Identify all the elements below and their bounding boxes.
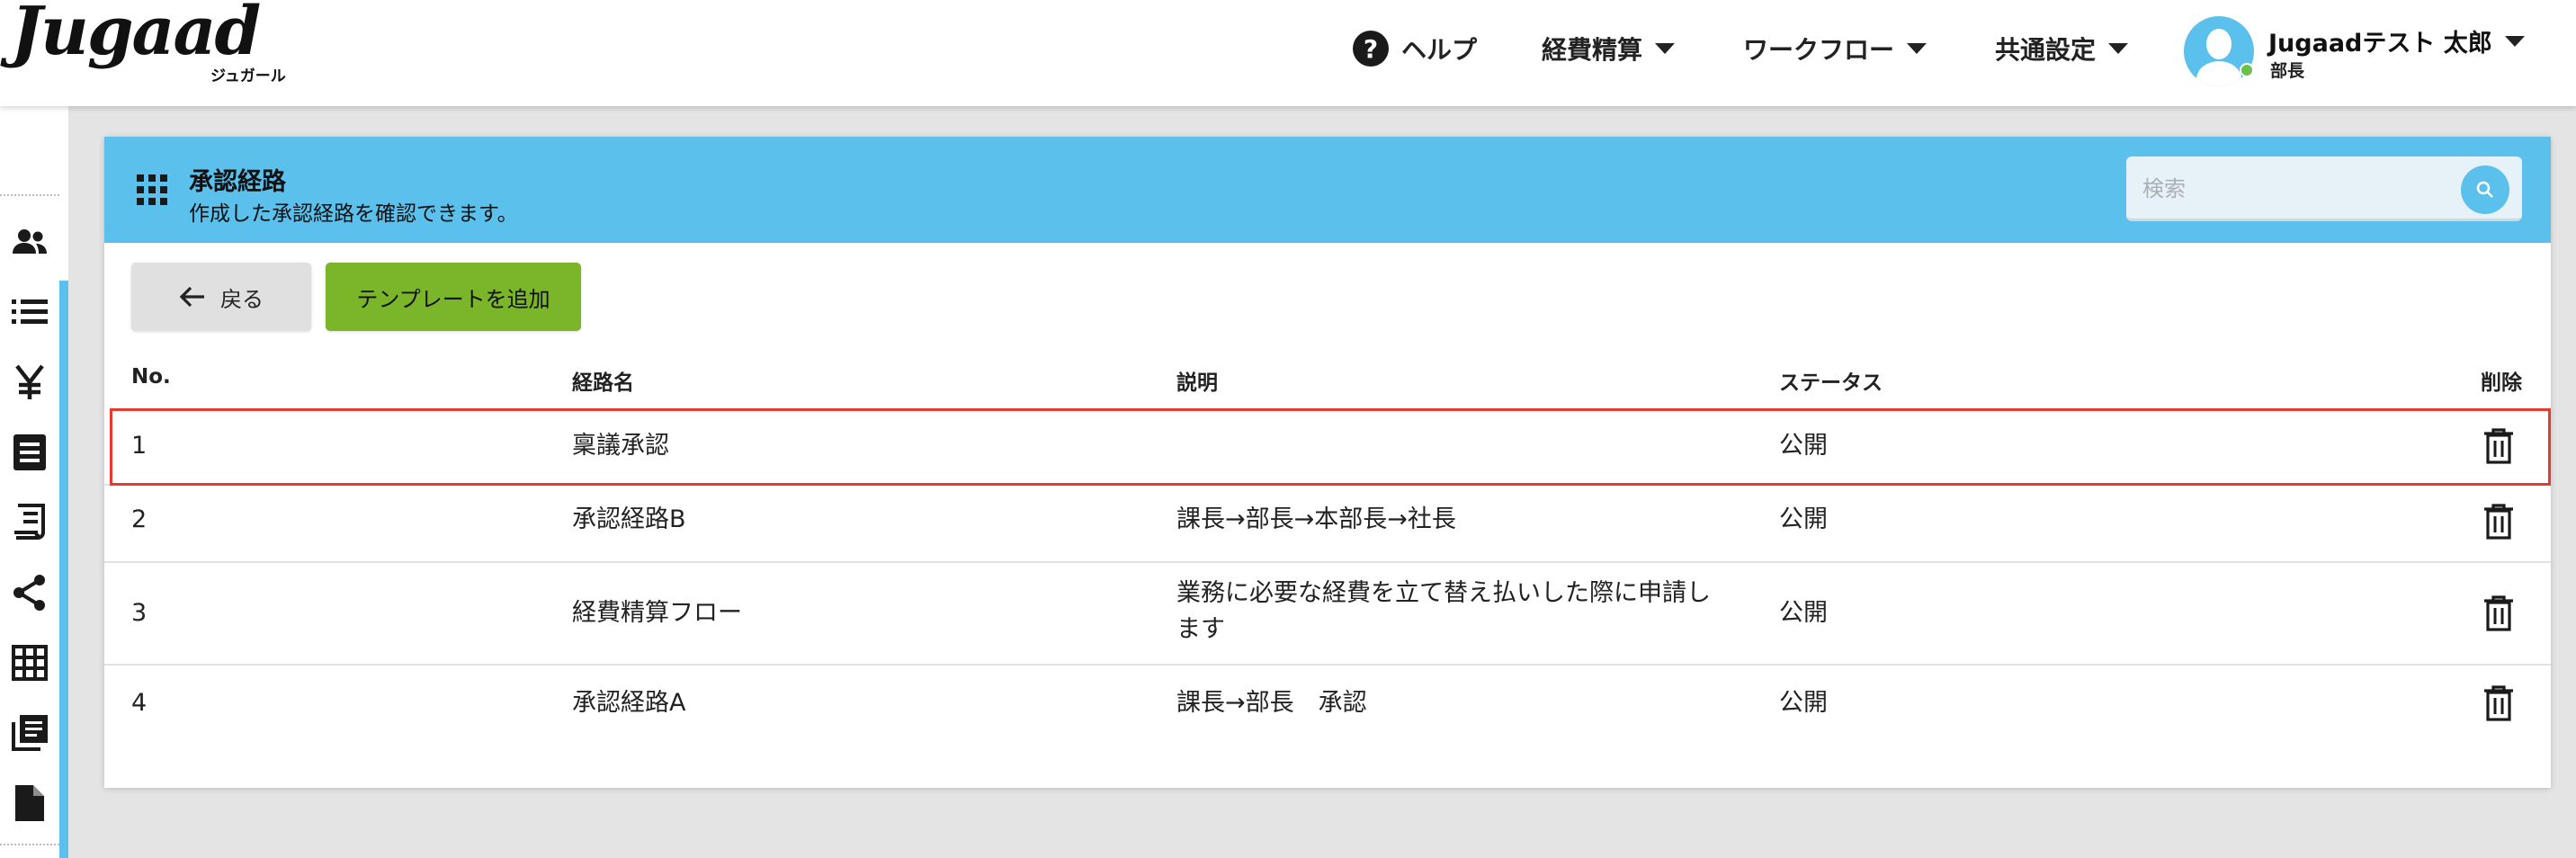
page-subtitle: 作成した承認経路を確認できます。 xyxy=(189,202,518,226)
help-label: ヘルプ xyxy=(1401,35,1478,65)
caret-down-icon xyxy=(2108,43,2129,54)
trash-icon[interactable] xyxy=(2482,504,2515,540)
add-template-button[interactable]: テンプレートを追加 xyxy=(326,263,581,331)
workflow-label: ワークフロー xyxy=(1743,35,1895,65)
online-status-dot xyxy=(2240,63,2254,77)
row-route-name: 経費精算フロー xyxy=(572,599,742,627)
row-description: 課長→部長→本部長→社長 xyxy=(1176,505,1456,533)
back-label: 戻る xyxy=(220,286,264,312)
panel-header: 承認経路 作成した承認経路を確認できます。 xyxy=(104,137,2551,243)
row-description-line1: 業務に必要な経費を立て替え払いした際に申請し xyxy=(1176,579,1711,607)
help-menu[interactable]: ? ヘルプ xyxy=(1353,27,1477,70)
search-box xyxy=(2126,156,2522,221)
user-name: Jugaadテスト 太郎 xyxy=(2268,30,2492,58)
expense-label: 経費精算 xyxy=(1542,35,1643,65)
caret-down-icon xyxy=(2504,35,2525,47)
trash-icon[interactable] xyxy=(2482,595,2515,631)
column-header-no: No. xyxy=(131,365,171,389)
column-header-name: 経路名 xyxy=(572,371,634,395)
divider xyxy=(0,844,59,845)
trash-icon[interactable] xyxy=(2482,685,2515,721)
search-button[interactable] xyxy=(2461,165,2509,214)
apps-grid-icon xyxy=(137,174,167,205)
file-icon[interactable] xyxy=(11,784,49,822)
sidebar-accent-bar xyxy=(59,281,68,858)
list-icon[interactable] xyxy=(11,293,49,331)
row-status: 公開 xyxy=(1779,505,1828,533)
row-description-line2: ます xyxy=(1176,615,1225,643)
add-template-label: テンプレートを追加 xyxy=(356,286,550,312)
page-title: 承認経路 xyxy=(189,168,286,196)
document-lines-icon[interactable] xyxy=(11,433,49,471)
top-header: Jugaad ジュガール ? ヘルプ 経費精算 ワークフロー 共通設定 Juga… xyxy=(0,0,2576,106)
table-icon[interactable] xyxy=(11,644,49,682)
search-input[interactable] xyxy=(2142,173,2448,205)
logo-subtext: ジュガール xyxy=(210,67,286,85)
yen-icon[interactable] xyxy=(11,363,49,401)
column-header-status: ステータス xyxy=(1779,371,1883,395)
library-icon[interactable] xyxy=(11,714,49,752)
row-status: 公開 xyxy=(1779,689,1828,717)
help-icon: ? xyxy=(1353,31,1389,67)
receipt-icon[interactable] xyxy=(11,504,49,541)
row-route-name: 承認経路A xyxy=(572,689,686,717)
row-status: 公開 xyxy=(1779,599,1828,627)
expense-menu[interactable]: 経費精算 xyxy=(1542,27,1676,70)
jugaad-logo[interactable]: Jugaad ジュガール xyxy=(11,0,290,88)
sidebar xyxy=(0,106,68,858)
table-row[interactable]: 4 承認経路A 課長→部長 承認 公開 xyxy=(104,666,2551,741)
search-icon xyxy=(2476,181,2493,198)
workflow-menu[interactable]: ワークフロー xyxy=(1743,27,1928,70)
row-no: 2 xyxy=(131,505,148,533)
column-header-delete: 削除 xyxy=(2481,371,2522,395)
people-icon[interactable] xyxy=(11,223,49,261)
divider xyxy=(0,194,59,196)
common-settings-label: 共通設定 xyxy=(1995,35,2097,65)
table-row[interactable]: 3 経費精算フロー 業務に必要な経費を立て替え払いした際に申請し ます 公開 xyxy=(104,563,2551,666)
row-route-name: 承認経路B xyxy=(572,505,686,533)
caret-down-icon xyxy=(1907,43,1928,54)
arrow-left-icon xyxy=(179,286,204,308)
column-header-description: 説明 xyxy=(1176,371,1218,395)
common-settings-menu[interactable]: 共通設定 xyxy=(1995,27,2129,70)
share-icon[interactable] xyxy=(11,574,49,612)
row-no: 4 xyxy=(131,689,148,717)
user-menu[interactable]: Jugaadテスト 太郎 xyxy=(2268,23,2525,58)
row-no: 3 xyxy=(131,599,148,627)
table-row[interactable]: 2 承認経路B 課長→部長→本部長→社長 公開 xyxy=(104,486,2551,563)
back-button[interactable]: 戻る xyxy=(131,263,311,331)
logo-text: Jugaad xyxy=(11,0,261,70)
caret-down-icon xyxy=(1655,43,1676,54)
user-role: 部長 xyxy=(2270,61,2305,81)
approval-route-panel: 承認経路 作成した承認経路を確認できます。 戻る テンプレートを追加 No. 経… xyxy=(104,137,2551,788)
row-description: 課長→部長 承認 xyxy=(1176,689,1367,717)
selected-row-highlight xyxy=(110,408,2551,486)
